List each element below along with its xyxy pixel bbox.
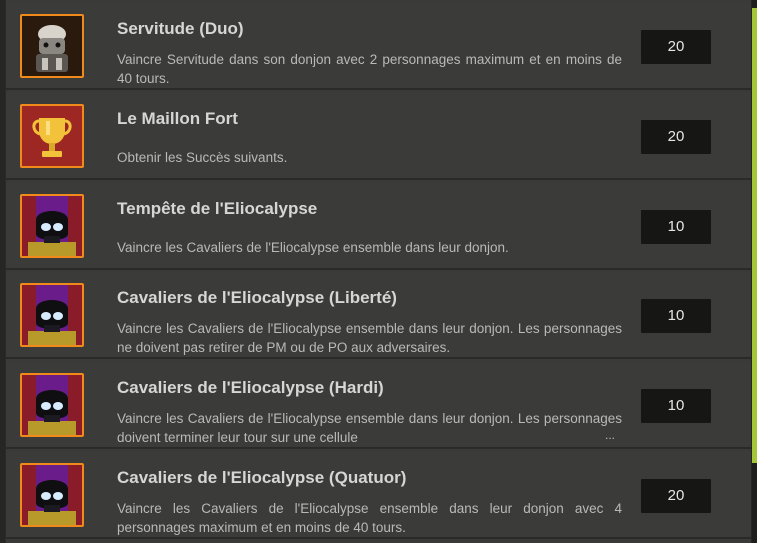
eliocalypse-skull-icon	[20, 283, 84, 347]
achievement-list: Servitude (Duo) Vaincre Servitude dans s…	[5, 0, 751, 543]
achievement-description: Obtenir les Succès suivants.	[117, 150, 288, 165]
servitude-boss-icon	[20, 14, 84, 78]
eliocalypse-skull-icon	[20, 373, 84, 437]
achievement-title: Tempête de l'Eliocalypse	[117, 199, 318, 218]
achievement-row[interactable]: Cavaliers de l'Eliocalypse (Hardi) Vainc…	[6, 362, 751, 449]
achievement-title: Cavaliers de l'Eliocalypse (Hardi)	[117, 378, 384, 397]
achievement-description: Vaincre les Cavaliers de l'Eliocalypse e…	[117, 411, 622, 445]
achievement-row[interactable]: Le Maillon Fort Obtenir les Succès suiva…	[6, 93, 751, 180]
achievement-row[interactable]: Cavaliers de l'Eliocalypse (Quatuor) Vai…	[6, 452, 751, 539]
achievement-description: Vaincre les Cavaliers de l'Eliocalypse e…	[117, 501, 622, 535]
achievement-description: Vaincre les Cavaliers de l'Eliocalypse e…	[117, 240, 509, 255]
achievement-points: 20	[641, 120, 711, 154]
description-ellipsis: ...	[605, 428, 616, 442]
achievement-title: Cavaliers de l'Eliocalypse (Quatuor)	[117, 468, 407, 487]
achievement-description: Vaincre Servitude dans son donjon avec 2…	[117, 52, 622, 86]
achievement-title: Cavaliers de l'Eliocalypse (Liberté)	[117, 288, 397, 307]
achievement-row[interactable]: Cavaliers de l'Eliocalypse (Liberté) Vai…	[6, 272, 751, 359]
achievement-description: Vaincre les Cavaliers de l'Eliocalypse e…	[117, 321, 622, 355]
eliocalypse-skull-icon	[20, 463, 84, 527]
scrollbar-thumb[interactable]	[752, 8, 757, 463]
achievement-row[interactable]: Servitude (Duo) Vaincre Servitude dans s…	[6, 3, 751, 90]
achievement-points: 20	[641, 30, 711, 64]
achievement-points: 10	[641, 299, 711, 333]
achievement-row[interactable]: Tempête de l'Eliocalypse Vaincre les Cav…	[6, 183, 751, 270]
achievement-points: 10	[641, 389, 711, 423]
eliocalypse-skull-icon	[20, 194, 84, 258]
achievement-points: 20	[641, 479, 711, 513]
achievement-title: Servitude (Duo)	[117, 19, 244, 38]
achievement-points: 10	[641, 210, 711, 244]
gold-trophy-icon	[20, 104, 84, 168]
achievement-title: Le Maillon Fort	[117, 109, 238, 128]
